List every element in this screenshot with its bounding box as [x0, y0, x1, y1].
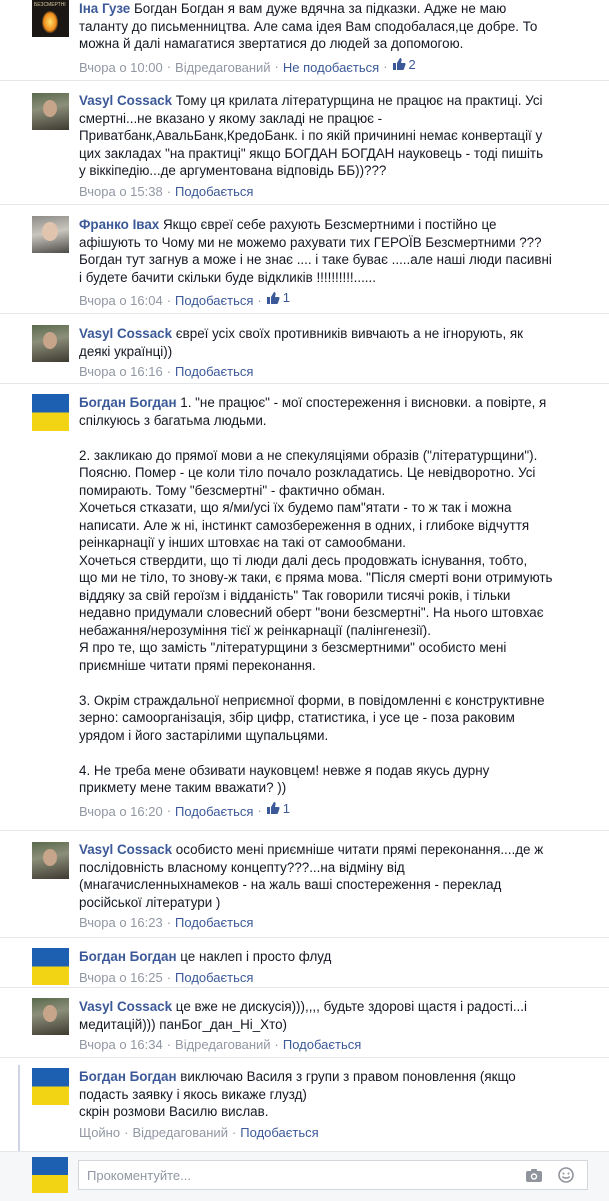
comment-text: Іна Гузе Богдан Богдан я вам дуже вдячна… [79, 1, 538, 51]
comment-text: Франко Івах Якщо євреї себе рахують Безс… [79, 217, 552, 285]
avatar [32, 1157, 68, 1193]
avatar[interactable] [32, 216, 69, 253]
like-link[interactable]: Подобається [175, 184, 253, 199]
comment: Vasyl Cossack це вже не дискусія))),,,, … [0, 987, 609, 1052]
author-link[interactable]: Іна Гузе [79, 1, 130, 16]
timestamp[interactable]: Вчора о 16:34 [79, 1037, 163, 1052]
timestamp[interactable]: Вчора о 10:00 [79, 59, 163, 74]
comment-meta: Вчора о 16:23 · Подобається [79, 915, 254, 930]
timestamp[interactable]: Вчора о 15:38 [79, 184, 163, 199]
comment-meta: Щойно · Відредагований · Подобається [79, 1124, 319, 1140]
unlike-link[interactable]: Не подобається [283, 59, 379, 74]
avatar[interactable] [32, 948, 69, 985]
timestamp[interactable]: Вчора о 16:25 [79, 970, 163, 985]
thumbs-up-icon [266, 291, 280, 304]
comment-text: Vasyl Cossack євреї усіх своїх противник… [79, 326, 524, 359]
comment-meta: Вчора о 10:00 · Відредагований · Не подобаєт… [79, 56, 416, 75]
avatar[interactable] [32, 93, 69, 130]
comment-meta: Вчора о 16:34 · Відредагований · Подобається [79, 1037, 362, 1052]
author-link[interactable]: Vasyl Cossack [79, 999, 172, 1014]
like-link[interactable]: Подобається [175, 915, 253, 930]
comment-text: Богдан Богдан 1. "не працює" - мої спост… [79, 395, 553, 795]
avatar[interactable] [32, 0, 69, 37]
comment: Іна Гузе Богдан Богдан я вам дуже вдячна… [0, 0, 609, 80]
comment-meta: Вчора о 16:25 · Подобається [79, 969, 254, 985]
comment-meta: Вчора о 16:20 · Подобається · 1 [79, 800, 290, 819]
like-link[interactable]: Подобається [283, 1037, 361, 1052]
like-count[interactable]: 1 [266, 289, 290, 307]
comment: Vasyl Cossack особисто мені приємніше чи… [0, 830, 609, 930]
camera-icon[interactable] [525, 1167, 543, 1183]
avatar[interactable] [32, 1068, 69, 1105]
like-link[interactable]: Подобається [175, 970, 253, 985]
comment-text: Vasyl Cossack це вже не дискусія))),,,, … [79, 999, 527, 1032]
thumbs-up-icon [266, 802, 280, 815]
emoji-icon[interactable] [557, 1167, 575, 1183]
comment: Франко Івах Якщо євреї себе рахують Безс… [0, 204, 609, 308]
avatar[interactable] [32, 842, 69, 879]
timestamp[interactable]: Вчора о 16:23 [79, 915, 163, 930]
author-link[interactable]: Vasyl Cossack [79, 842, 172, 857]
comment-composer [0, 1151, 609, 1201]
edited-link[interactable]: Відредагований [175, 1037, 271, 1052]
comment-input-box[interactable] [78, 1160, 588, 1190]
like-count[interactable]: 2 [392, 56, 416, 74]
like-link[interactable]: Подобається [240, 1125, 318, 1140]
comment: Богдан Богдан 1. "не працює" - мої спост… [0, 383, 609, 818]
thumbs-up-icon [392, 58, 406, 71]
author-link[interactable]: Богдан Богдан [79, 949, 177, 964]
author-link[interactable]: Богдан Богдан [79, 1069, 177, 1084]
avatar[interactable] [32, 998, 69, 1035]
timestamp[interactable]: Щойно [79, 1125, 120, 1140]
author-link[interactable]: Vasyl Cossack [79, 326, 172, 341]
edited-link[interactable]: Відредагований [132, 1125, 228, 1140]
comment: Vasyl Cossack євреї усіх своїх противник… [0, 313, 609, 379]
comment-input[interactable] [85, 1161, 509, 1189]
like-link[interactable]: Подобається [175, 803, 253, 818]
comment-meta: Вчора о 15:38 · Подобається [79, 183, 254, 199]
author-link[interactable]: Богдан Богдан [79, 395, 177, 410]
author-link[interactable]: Франко Івах [79, 217, 159, 232]
like-count[interactable]: 1 [266, 800, 290, 818]
timestamp[interactable]: Вчора о 16:04 [79, 293, 163, 308]
like-link[interactable]: Подобається [175, 364, 253, 379]
avatar[interactable] [32, 394, 69, 431]
comment: Богдан Богдан це наклеп і просто флуд Вч… [0, 937, 609, 985]
comment-text: Богдан Богдан це наклеп і просто флуд [79, 949, 332, 964]
like-link[interactable]: Подобається [175, 293, 253, 308]
timestamp[interactable]: Вчора о 16:16 [79, 364, 163, 379]
avatar[interactable] [32, 325, 69, 362]
comment-meta: Вчора о 16:16 · Подобається [79, 364, 254, 379]
comment-meta: Вчора о 16:04 · Подобається · 1 [79, 289, 290, 308]
new-comment-indicator [18, 1065, 20, 1151]
comment-text: Богдан Богдан виключаю Василя з групи з … [79, 1069, 516, 1119]
timestamp[interactable]: Вчора о 16:20 [79, 803, 163, 818]
comment: Vasyl Cossack Тому ця крилата літературщ… [0, 80, 609, 199]
author-link[interactable]: Vasyl Cossack [79, 93, 172, 108]
comment: Богдан Богдан виключаю Василя з групи з … [0, 1057, 609, 1140]
comment-text: Vasyl Cossack Тому ця крилата літературщ… [79, 93, 544, 178]
edited-link[interactable]: Відредагований [175, 59, 271, 74]
comment-text: Vasyl Cossack особисто мені приємніше чи… [79, 842, 544, 910]
